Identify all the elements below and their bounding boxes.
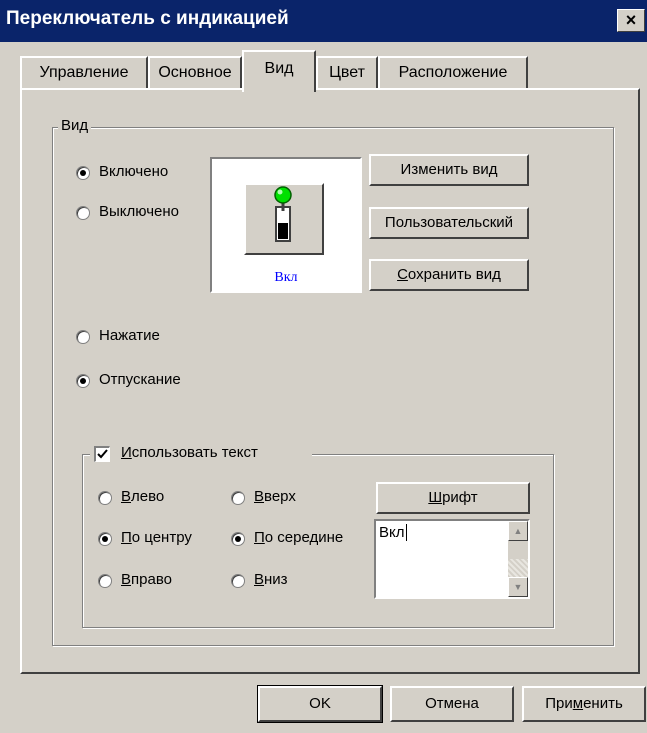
radio-on[interactable]	[76, 166, 90, 180]
radio-top[interactable]	[231, 491, 245, 505]
top-accel: В	[254, 488, 265, 505]
radio-middle[interactable]	[231, 532, 245, 546]
caption-text: Вкл	[379, 524, 405, 541]
radio-release-label: Отпускание	[99, 371, 181, 388]
view-group-label: Вид	[58, 117, 92, 134]
radio-press[interactable]	[76, 330, 90, 344]
save-view-button[interactable]: Сохранить вид	[369, 259, 529, 291]
save-view-accel: С	[397, 266, 408, 283]
font-accel: Ш	[428, 489, 443, 506]
panel-content: Вид Включено Выключено Вкл Изменить вид …	[0, 0, 647, 733]
center-accel: П	[121, 529, 132, 546]
middle-accel: П	[254, 529, 265, 546]
caption-text-value[interactable]: Вкл	[379, 524, 407, 541]
check-icon	[97, 449, 108, 459]
text-cursor	[405, 524, 407, 541]
apply-accel: м	[572, 695, 584, 712]
radio-press-label: Нажатие	[99, 327, 160, 344]
radio-bottom[interactable]	[231, 574, 245, 588]
radio-middle-label: По середине	[254, 529, 343, 546]
vertical-scrollbar[interactable]: ▲ ▼	[508, 521, 528, 597]
save-view-label: охранить вид	[407, 266, 501, 283]
radio-off-label: Выключено	[99, 203, 179, 220]
change-view-button[interactable]: Изменить вид	[369, 154, 529, 186]
top-rest: верх	[264, 488, 296, 505]
font-label: рифт	[442, 489, 478, 506]
use-text-label: Использовать текст	[121, 444, 258, 461]
right-accel: В	[121, 571, 132, 588]
switch-preview: Вкл	[210, 157, 362, 293]
use-text-accel: И	[121, 444, 132, 461]
toggle-icon	[274, 186, 292, 242]
middle-rest: о середине	[264, 529, 344, 546]
caption-text-area[interactable]: Вкл ▲ ▼	[374, 519, 530, 599]
apply-post: енить	[583, 695, 623, 712]
radio-selected-dot	[80, 378, 86, 384]
bottom-rest: низ	[264, 571, 288, 588]
use-text-rest: спользовать текст	[131, 444, 258, 461]
radio-off[interactable]	[76, 206, 90, 220]
radio-selected-dot	[235, 536, 241, 542]
center-rest: о центру	[131, 529, 192, 546]
radio-selected-dot	[80, 170, 86, 176]
radio-bottom-label: Вниз	[254, 571, 288, 588]
radio-right[interactable]	[98, 574, 112, 588]
preview-caption: Вкл	[274, 270, 298, 285]
bottom-accel: В	[254, 571, 265, 588]
toggle-switch-image	[244, 183, 324, 255]
right-rest: право	[131, 571, 172, 588]
apply-pre: При	[545, 695, 573, 712]
scroll-area	[508, 541, 528, 559]
apply-button[interactable]: Применить	[522, 686, 646, 722]
left-rest: лево	[131, 488, 165, 505]
radio-left-label: Влево	[121, 488, 164, 505]
scroll-up-icon[interactable]: ▲	[508, 521, 528, 541]
cancel-button[interactable]: Отмена	[390, 686, 514, 722]
scroll-down-icon[interactable]: ▼	[508, 577, 528, 597]
radio-center[interactable]	[98, 532, 112, 546]
radio-selected-dot	[102, 536, 108, 542]
custom-view-button[interactable]: Пользовательский	[369, 207, 529, 239]
radio-center-label: По центру	[121, 529, 192, 546]
radio-on-label: Включено	[99, 163, 169, 180]
ok-button[interactable]: OK	[257, 685, 383, 723]
use-text-checkbox[interactable]	[94, 446, 110, 462]
radio-top-label: Вверх	[254, 488, 296, 505]
left-accel: В	[121, 488, 132, 505]
font-button[interactable]: Шрифт	[376, 482, 530, 514]
radio-release[interactable]	[76, 374, 90, 388]
radio-right-label: Вправо	[121, 571, 172, 588]
radio-left[interactable]	[98, 491, 112, 505]
